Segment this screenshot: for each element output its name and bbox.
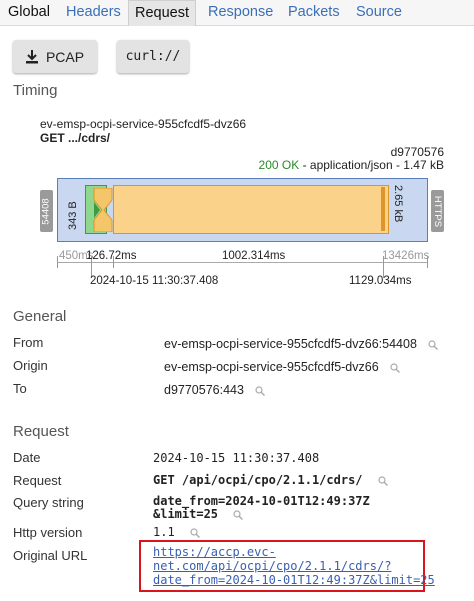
general-to-text: d9770576:443 [164,383,244,397]
general-from-key: From [13,335,44,350]
request-request-text: GET /api/ocpi/cpo/2.1.1/cdrs/ [153,473,363,487]
original-url-link[interactable]: https://accp.evc- net.com/api/ocpi/cpo/2… [153,545,435,587]
search-icon[interactable] [190,527,200,538]
general-origin-key: Origin [13,358,48,373]
content-info: - application/json - 1.47 kB [299,158,444,172]
tab-response[interactable]: Response [202,0,279,26]
axis-end: 1129.034ms [349,275,412,287]
tab-headers[interactable]: Headers [60,0,127,26]
protocol-text: HTTPS [432,195,444,227]
curl-button-label: curl:// [125,49,181,64]
request-query-line1: date_from=2024-10-01T12:49:37Z [153,494,370,508]
request-query-line2: &limit=25 [153,507,219,521]
timing-request-line: GET .../cdrs/ [40,131,111,145]
request-title: Request [13,423,69,440]
search-icon[interactable] [428,340,439,350]
tab-bar: Global Headers Request Response Packets … [0,0,474,26]
general-origin-text: ev-emsp-ocpi-service-955cfcdf5-dvz66 [164,360,379,374]
tab-source[interactable]: Source [350,0,408,26]
protocol-badge: HTTPS [431,190,444,232]
source-port-badge: 54408 [40,190,53,232]
status-ok: 200 OK [258,158,300,172]
timing-source: ev-emsp-ocpi-service-955cfcdf5-dvz66 [40,117,247,131]
request-http-key: Http version [13,525,83,540]
general-from-text: ev-emsp-ocpi-service-955cfcdf5-dvz66:544… [164,337,417,351]
general-from-value: ev-emsp-ocpi-service-955cfcdf5-dvz66:544… [164,337,439,351]
pcap-button-label: PCAP [45,48,85,65]
search-icon[interactable] [390,363,401,373]
request-date-key: Date [13,450,41,465]
axis-start-time: 2024-10-15 11:30:37.408 [90,275,219,287]
tab-request[interactable]: Request [128,0,197,26]
url-line: date_from=2024-10-01T12:49:37Z&limit=25 [153,573,435,587]
general-to-value: d9770576:443 [164,383,266,397]
axis-tick [57,256,58,268]
axis-t1: 126.72ms [86,250,137,262]
general-to-key: To [13,381,27,396]
timing-title: Timing [13,82,58,99]
search-icon[interactable] [233,509,244,520]
source-port-text: 54408 [41,197,53,225]
timing-status-line: 200 OK - application/json - 1.47 kB [259,158,444,172]
sent-size: 343 B [67,201,79,230]
request-http-text: 1.1 [153,525,175,539]
download-icon [25,49,38,63]
request-request-key: Request [13,473,62,488]
tab-global[interactable]: Global [2,0,56,26]
response-end-marker [381,187,385,231]
request-http-value: 1.1 [153,525,200,539]
url-line: net.com/api/ocpi/cpo/2.1.1/cdrs/? [153,559,392,573]
response-received-block [113,185,389,234]
tab-packets[interactable]: Packets [282,0,346,26]
request-query-line2-wrap: &limit=25 [153,507,244,521]
axis-right-grey: 13426ms [382,250,430,262]
curl-button[interactable]: curl:// [117,40,189,73]
request-query-key: Query string [13,495,84,510]
general-title: General [13,308,67,325]
received-size: 2.65 kB [392,185,404,223]
timing-destination: d9770576 [390,145,444,159]
search-icon[interactable] [255,386,266,396]
request-request-value: GET /api/ocpi/cpo/2.1.1/cdrs/ [153,473,388,487]
general-origin-value: ev-emsp-ocpi-service-955cfcdf5-dvz66 [164,360,401,374]
transfer-arrow-shape [93,188,113,232]
axis-middle: 1002.314ms [222,250,286,262]
search-icon[interactable] [378,475,388,486]
url-line: https://accp.evc- [153,545,276,559]
request-date-value: 2024-10-15 11:30:37.408 [153,451,320,465]
pcap-button[interactable]: PCAP [13,40,97,73]
request-url-key: Original URL [13,548,88,563]
